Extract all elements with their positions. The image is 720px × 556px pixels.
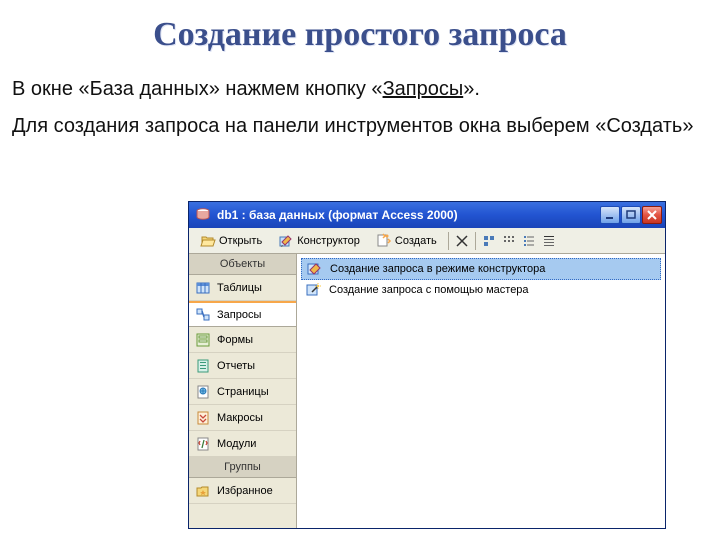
forms-icon bbox=[195, 332, 211, 348]
open-icon bbox=[200, 233, 216, 249]
wizard-icon bbox=[306, 261, 324, 277]
window-title: db1 : база данных (формат Access 2000) bbox=[217, 208, 600, 222]
para1-underlined: Запросы bbox=[383, 78, 464, 100]
queries-icon bbox=[195, 307, 211, 323]
list-item-label: Создание запроса в режиме конструктора bbox=[330, 263, 545, 275]
objects-header[interactable]: Объекты bbox=[189, 254, 296, 275]
slide-title: Создание простого запроса bbox=[0, 16, 720, 54]
sidebar-item-label: Страницы bbox=[217, 386, 269, 398]
sidebar-item-label: Запросы bbox=[217, 309, 261, 321]
design-label: Конструктор bbox=[297, 235, 360, 247]
delete-button[interactable] bbox=[453, 232, 471, 250]
sidebar-item-label: Формы bbox=[217, 334, 253, 346]
main-area: Создание запроса в режиме конструктора С… bbox=[297, 254, 665, 528]
close-button[interactable] bbox=[642, 206, 662, 224]
database-icon bbox=[195, 208, 211, 222]
list-item-create-design[interactable]: Создание запроса в режиме конструктора bbox=[301, 258, 661, 280]
macros-icon bbox=[195, 410, 211, 426]
sidebar-item-forms[interactable]: Формы bbox=[189, 327, 296, 353]
sidebar-item-pages[interactable]: Страницы bbox=[189, 379, 296, 405]
maximize-button[interactable] bbox=[621, 206, 641, 224]
sidebar-item-label: Избранное bbox=[217, 485, 273, 497]
reports-icon bbox=[195, 358, 211, 374]
para1-suffix: ». bbox=[463, 78, 480, 100]
sidebar-item-tables[interactable]: Таблицы bbox=[189, 275, 296, 301]
sidebar-item-label: Отчеты bbox=[217, 360, 255, 372]
create-label: Создать bbox=[395, 235, 437, 247]
design-icon bbox=[278, 233, 294, 249]
sidebar-item-label: Макросы bbox=[217, 412, 263, 424]
list-item-create-wizard[interactable]: Создание запроса с помощью мастера bbox=[301, 280, 661, 300]
objects-sidebar: Объекты Таблицы Запросы Формы bbox=[189, 254, 297, 528]
paragraph-1: В окне «База данных» нажмем кнопку «Запр… bbox=[12, 76, 708, 103]
create-button[interactable]: Создать bbox=[369, 231, 444, 251]
modules-icon bbox=[195, 436, 211, 452]
minimize-button[interactable] bbox=[600, 206, 620, 224]
view-list-button[interactable] bbox=[520, 232, 538, 250]
pages-icon bbox=[195, 384, 211, 400]
favorites-icon bbox=[195, 483, 211, 499]
view-details-button[interactable] bbox=[540, 232, 558, 250]
list-item-label: Создание запроса с помощью мастера bbox=[329, 284, 529, 296]
paragraph-2: Для создания запроса на панели инструмен… bbox=[12, 113, 708, 140]
view-large-icons-button[interactable] bbox=[480, 232, 498, 250]
toolbar-separator-2 bbox=[475, 232, 476, 250]
tables-icon bbox=[195, 280, 211, 296]
sidebar-item-queries[interactable]: Запросы bbox=[189, 301, 296, 327]
toolbar-separator bbox=[448, 232, 449, 250]
sidebar-item-reports[interactable]: Отчеты bbox=[189, 353, 296, 379]
design-button[interactable]: Конструктор bbox=[271, 231, 367, 251]
sidebar-item-modules[interactable]: Модули bbox=[189, 431, 296, 457]
access-window: db1 : база данных (формат Access 2000) О… bbox=[188, 201, 666, 529]
window-body: Объекты Таблицы Запросы Формы bbox=[189, 254, 665, 528]
view-small-icons-button[interactable] bbox=[500, 232, 518, 250]
sidebar-item-label: Модули bbox=[217, 438, 256, 450]
create-icon bbox=[376, 233, 392, 249]
open-label: Открыть bbox=[219, 235, 262, 247]
open-button[interactable]: Открыть bbox=[193, 231, 269, 251]
titlebar[interactable]: db1 : база данных (формат Access 2000) bbox=[189, 202, 665, 228]
wizard-wand-icon bbox=[305, 282, 323, 298]
sidebar-item-label: Таблицы bbox=[217, 282, 262, 294]
groups-header[interactable]: Группы bbox=[189, 457, 296, 478]
sidebar-item-favorites[interactable]: Избранное bbox=[189, 478, 296, 504]
para1-prefix: В окне «База данных» нажмем кнопку « bbox=[12, 78, 383, 100]
sidebar-item-macros[interactable]: Макросы bbox=[189, 405, 296, 431]
toolbar: Открыть Конструктор Создать bbox=[189, 228, 665, 254]
